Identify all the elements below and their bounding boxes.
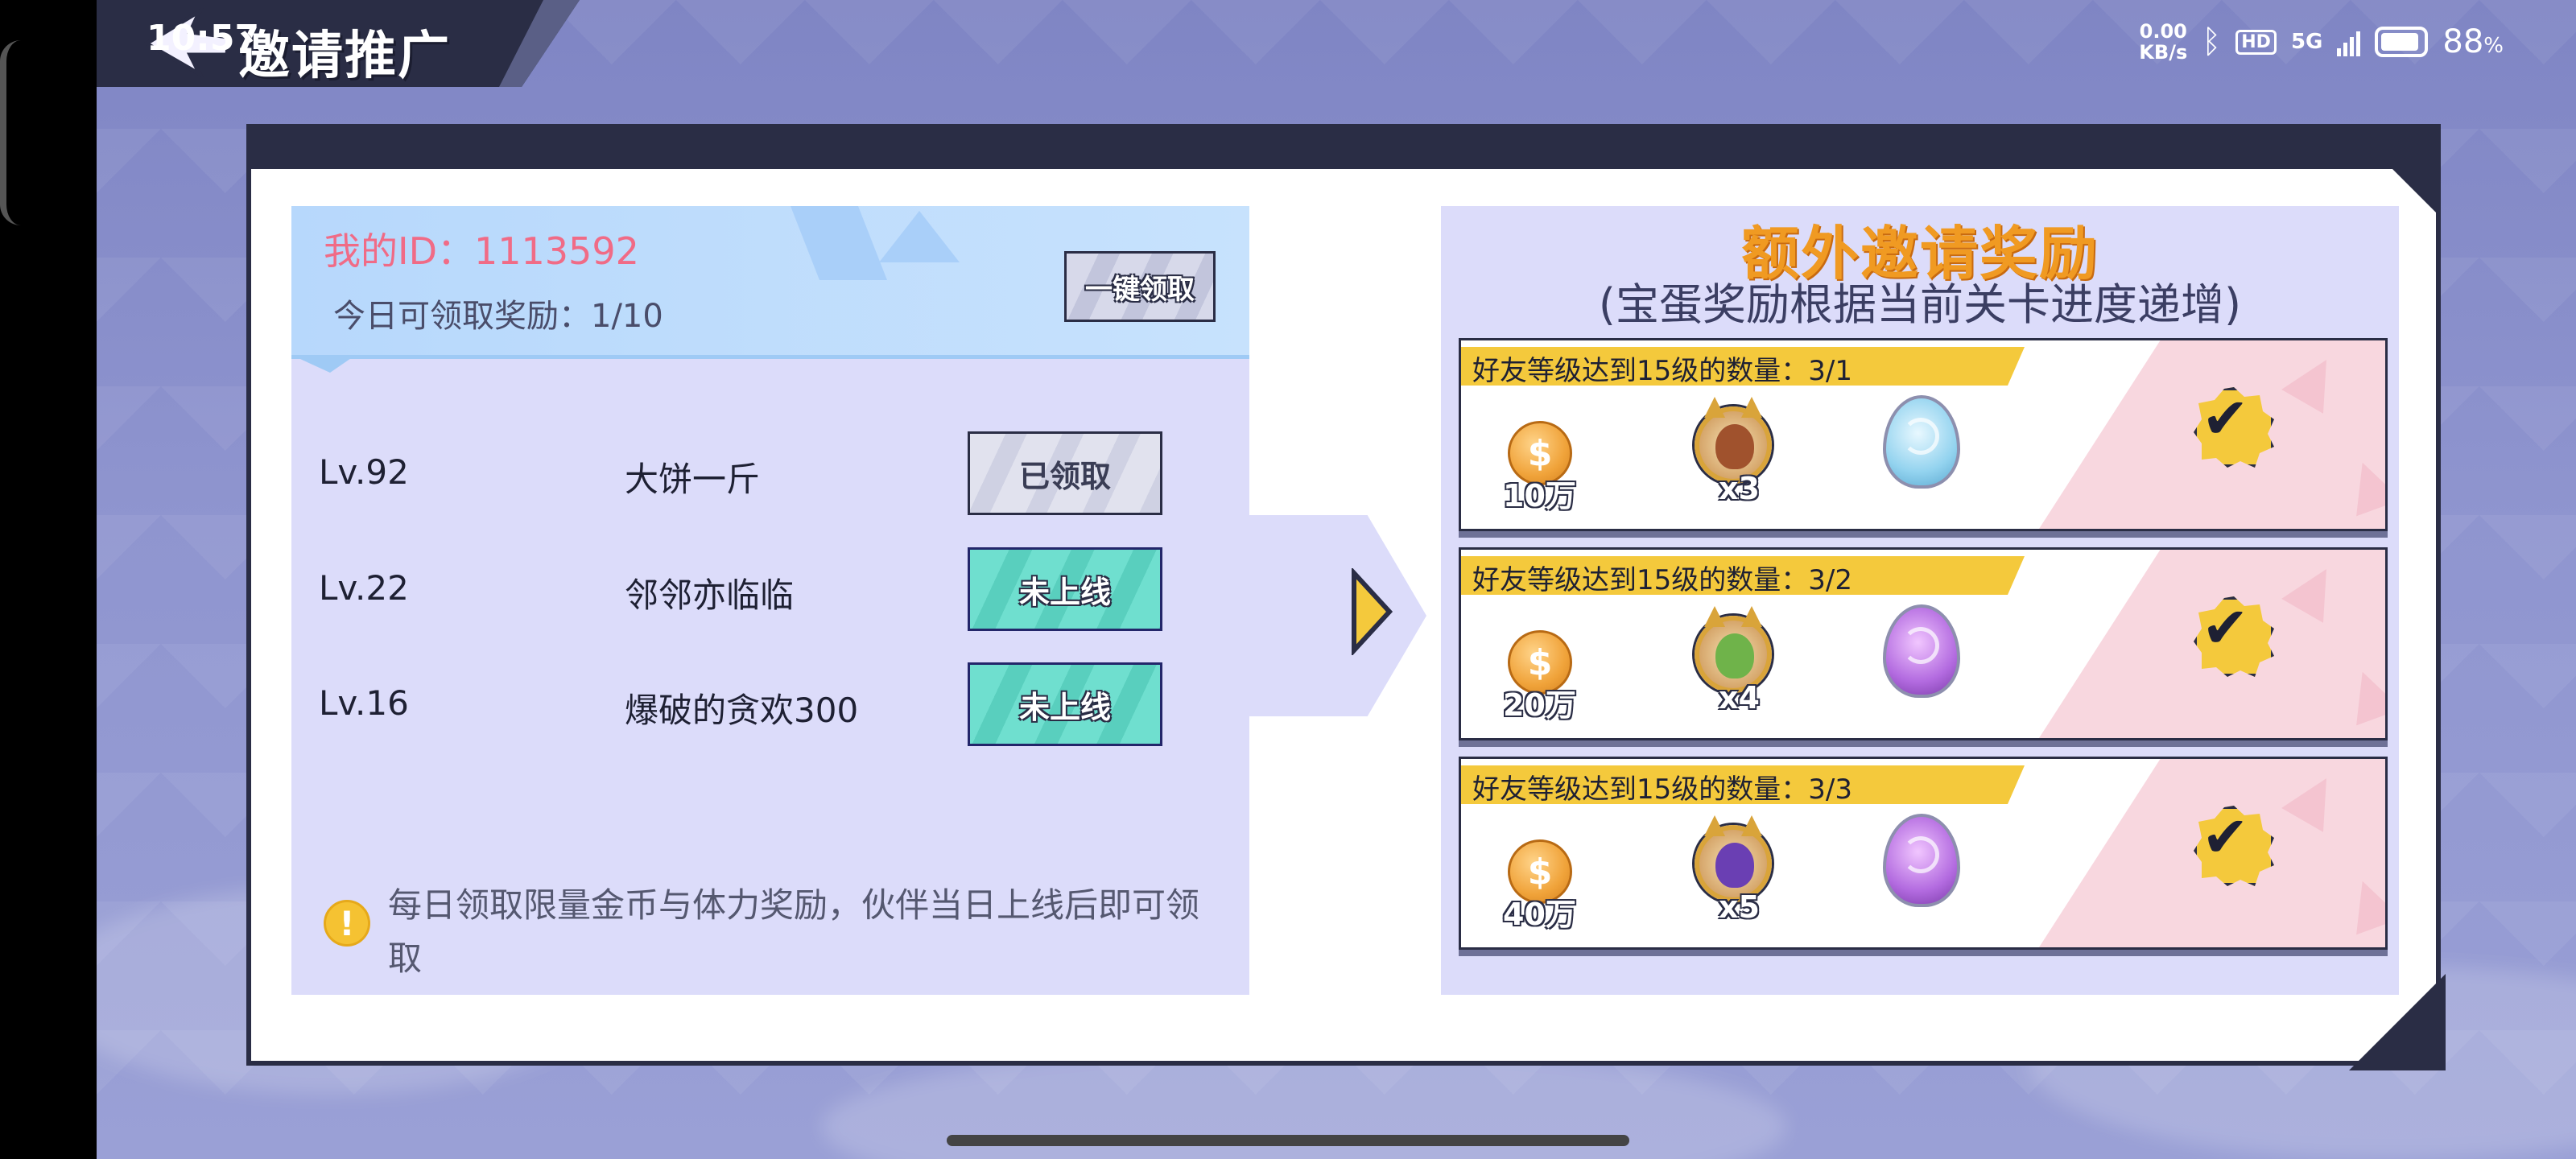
hd-badge: HD: [2235, 29, 2277, 55]
home-indicator[interactable]: [947, 1135, 1629, 1146]
arrow-connector: [1249, 515, 1426, 716]
check-icon: ✔: [2202, 804, 2249, 870]
invite-panel: 我的ID：1113592 今日可领取奖励：1/10 一键领取 Lv.92 大饼一…: [246, 124, 2446, 1070]
page-title: 邀请推广: [238, 27, 451, 86]
coin-amount: 20万: [1503, 687, 1576, 723]
purple-egg-icon: [1883, 604, 1960, 698]
purple-egg-icon: [1883, 814, 1960, 907]
friend-list-section: 我的ID：1113592 今日可领取奖励：1/10 一键领取 Lv.92 大饼一…: [291, 206, 1249, 995]
reward-card: 好友等级达到15级的数量：3/2 $ 20万 x4 ✔: [1459, 547, 2388, 740]
friend-name: 邻邻亦临临: [625, 575, 795, 615]
coin-amount: 40万: [1503, 897, 1576, 932]
screen-edge: [0, 40, 21, 225]
panel-top-border: [251, 129, 2436, 169]
id-header: 我的ID：1113592 今日可领取奖励：1/10 一键领取: [291, 206, 1249, 373]
reward-card: 好友等级达到15级的数量：3/3 $ 40万 x5 ✔: [1459, 757, 2388, 950]
info-icon: !: [324, 900, 370, 947]
network-speed: 0.00 KB/s: [2139, 21, 2187, 63]
friend-level: Lv.92: [319, 452, 409, 492]
claimed-button[interactable]: 已领取: [968, 431, 1162, 515]
claim-all-button[interactable]: 一键领取: [1064, 251, 1216, 322]
my-id: 我的ID：1113592: [324, 229, 639, 273]
speed-unit: KB/s: [2139, 41, 2188, 64]
friend-row: Lv.92 大饼一斤 已领取: [291, 431, 1249, 515]
offline-button[interactable]: 未上线: [968, 547, 1162, 631]
battery-percentage: 88%: [2442, 23, 2504, 60]
character-count: x3: [1719, 471, 1760, 506]
reward-card: 好友等级达到15级的数量：3/1 $ 10万 x3 ✔: [1459, 338, 2388, 531]
bonus-section: 额外邀请奖励 (宝蛋奖励根据当前关卡进度递增) 好友等级达到15级的数量：3/1…: [1441, 206, 2399, 995]
battery-icon: [2375, 27, 2429, 57]
status-bar: 0.00 KB/s ᛒ HD 5G 88%: [2139, 16, 2504, 68]
right-arrow-icon: [1352, 568, 1393, 655]
check-icon: ✔: [2202, 595, 2249, 661]
tip-text: 每日领取限量金币与体力奖励，伙伴当日上线后即可领取: [388, 885, 1200, 978]
condition-text: 好友等级达到15级的数量：3/3: [1472, 773, 1852, 806]
offline-button[interactable]: 未上线: [968, 662, 1162, 746]
ice-egg-icon: [1883, 395, 1960, 489]
friend-name: 大饼一斤: [625, 460, 761, 499]
daily-claim-count: 今日可领取奖励：1/10: [333, 298, 663, 335]
friend-row: Lv.22 邻邻亦临临 未上线: [291, 547, 1249, 631]
check-icon: ✔: [2202, 386, 2249, 452]
signal-icon: [2337, 27, 2361, 56]
friend-level: Lv.22: [319, 568, 409, 608]
bonus-subtitle: (宝蛋奖励根据当前关卡进度递增): [1598, 279, 2242, 330]
friend-name: 爆破的贪欢300: [625, 691, 859, 730]
condition-text: 好友等级达到15级的数量：3/2: [1472, 564, 1852, 596]
condition-text: 好友等级达到15级的数量：3/1: [1472, 355, 1852, 387]
character-count: x4: [1719, 680, 1760, 716]
friend-level: Lv.16: [319, 683, 409, 723]
friend-row: Lv.16 爆破的贪欢300 未上线: [291, 662, 1249, 746]
bluetooth-icon: ᛒ: [2202, 23, 2222, 60]
character-count: x5: [1719, 889, 1760, 925]
coin-amount: 10万: [1503, 478, 1576, 514]
speed-value: 0.00: [2139, 20, 2187, 43]
network-type: 5G: [2290, 30, 2323, 54]
